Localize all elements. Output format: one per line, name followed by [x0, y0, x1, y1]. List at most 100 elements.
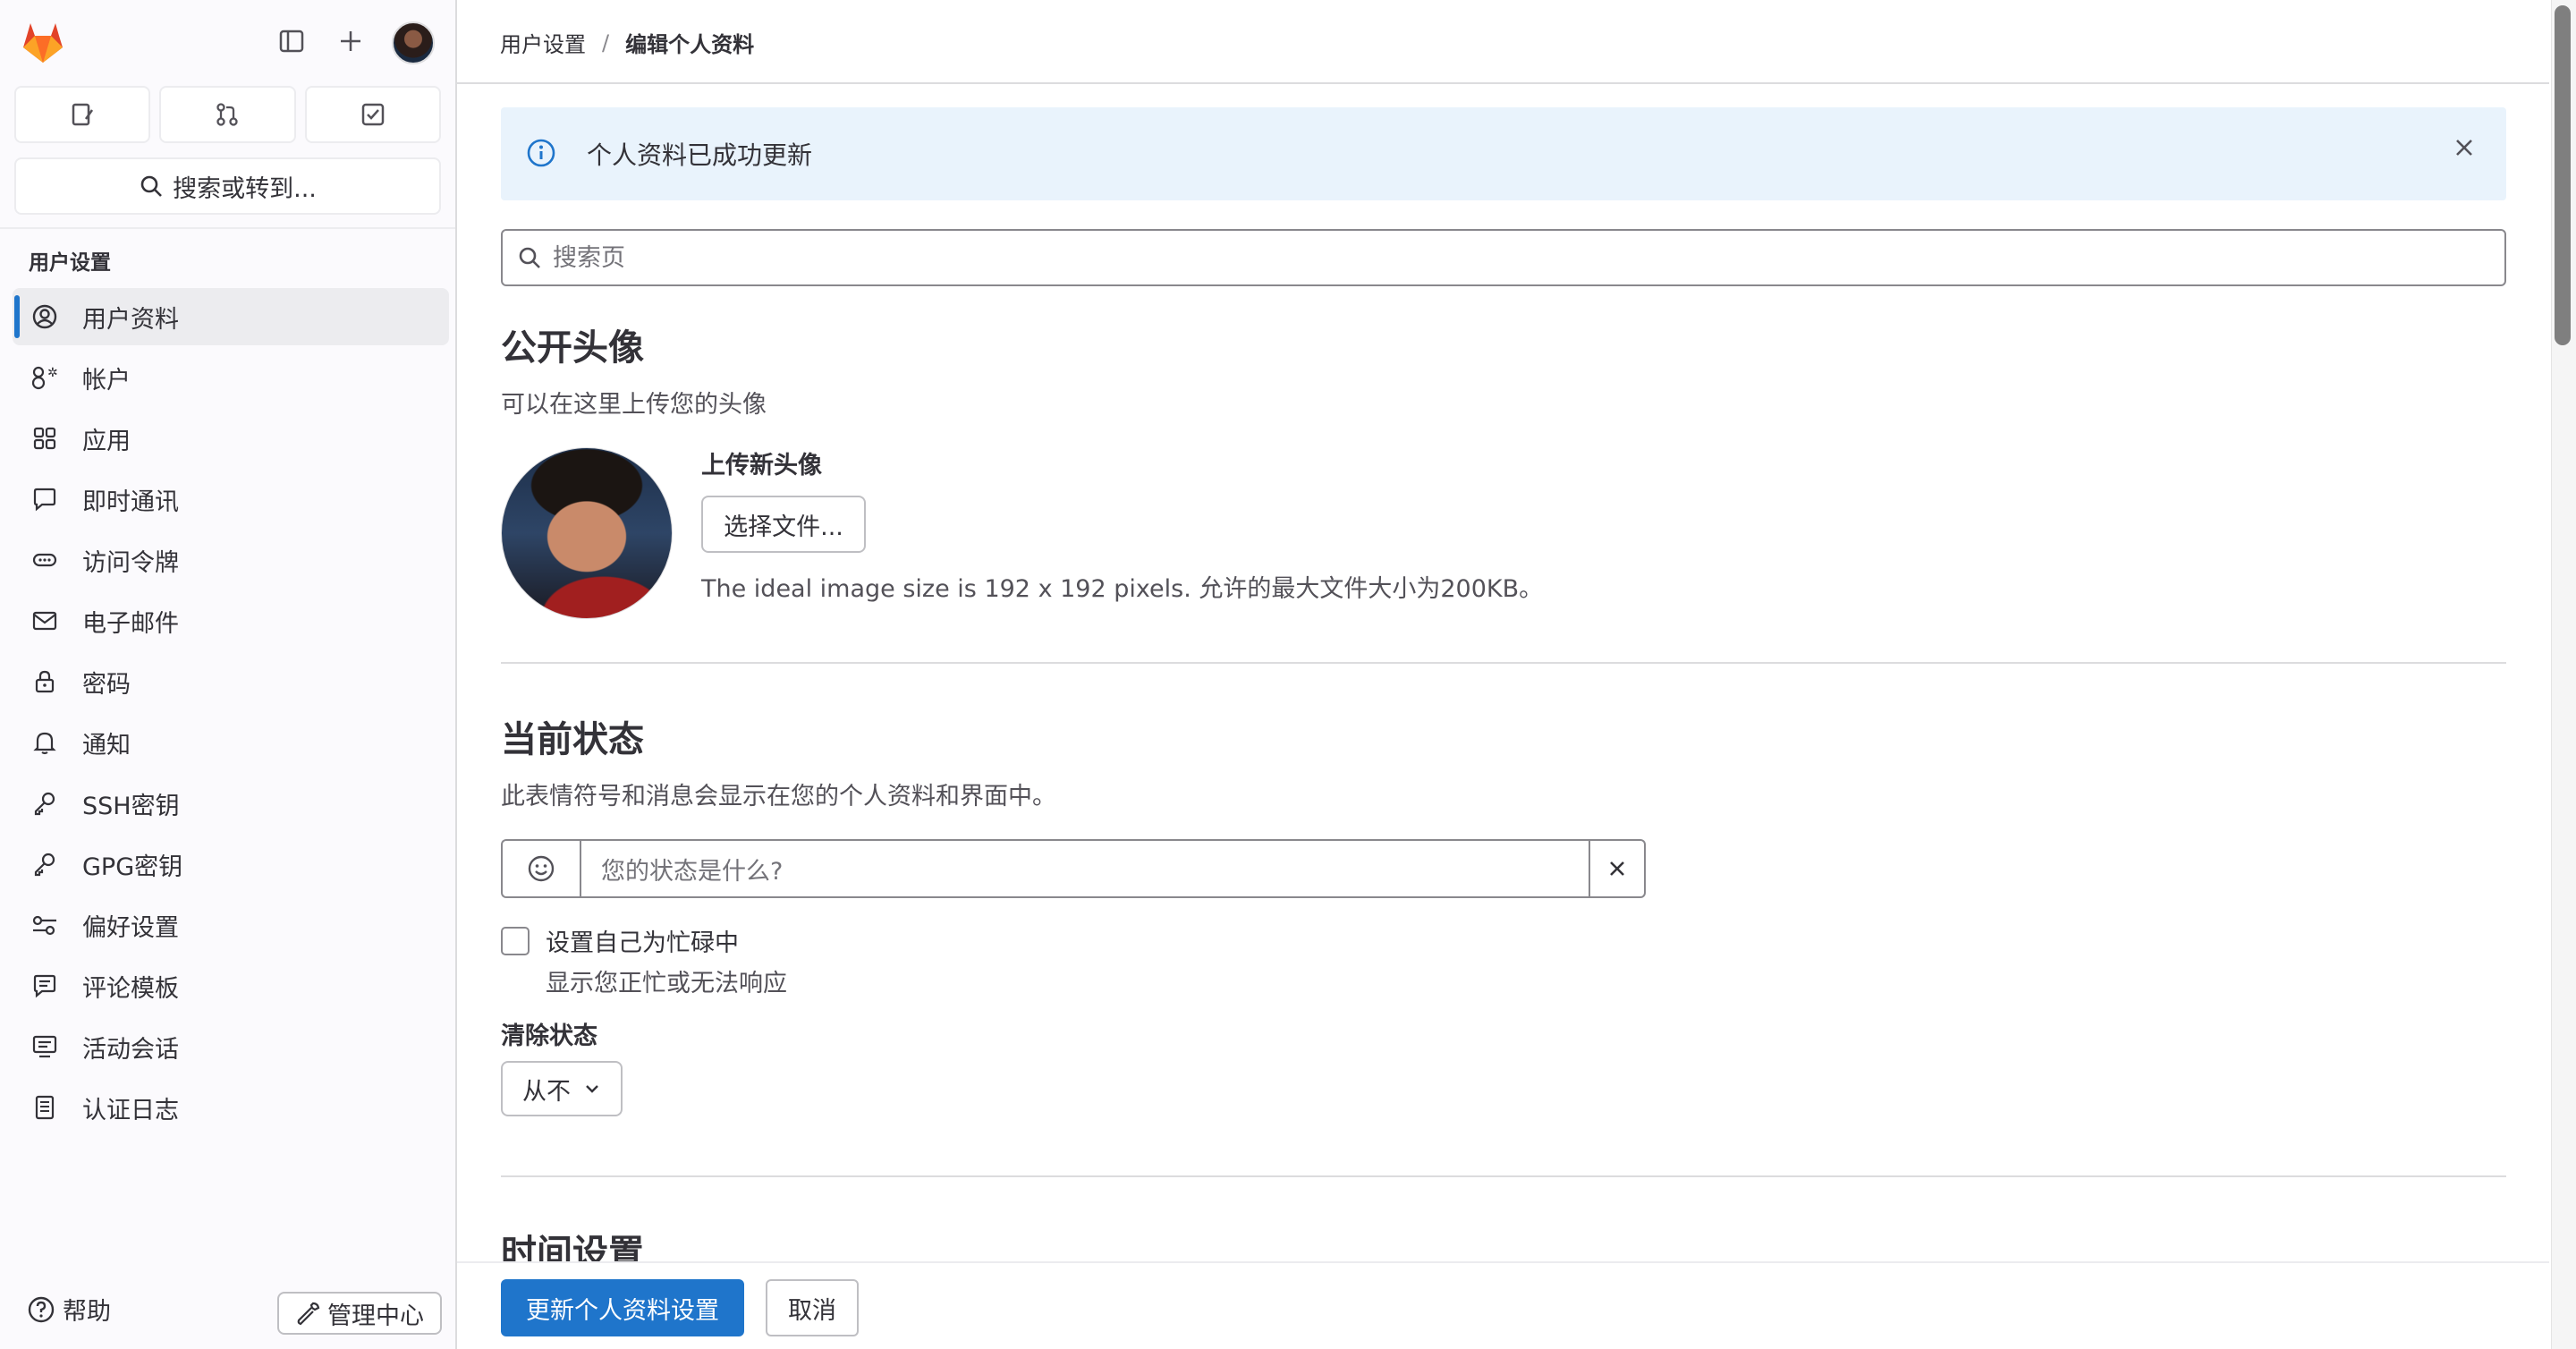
avatar-section-title: 公开头像 — [501, 327, 644, 369]
status-section-subtitle: 此表情符号和消息会显示在您的个人资料和界面中。 — [501, 783, 1056, 810]
chevron-down-icon — [586, 1085, 598, 1093]
busy-checkbox[interactable] — [501, 927, 530, 955]
sidebar-item-ssh-keys[interactable]: SSH密钥 — [13, 775, 449, 832]
log-icon — [27, 1094, 63, 1121]
sidebar-item-gpg-keys[interactable]: GPG密钥 — [13, 836, 449, 893]
sidebar-item-label: 电子邮件 — [82, 609, 179, 638]
key-icon — [27, 790, 63, 817]
applications-icon — [27, 425, 63, 452]
busy-option: 设置自己为忙碌中 显示您正忙或无法响应 — [501, 923, 787, 998]
top-bar: 用户设置 / 编辑个人资料 — [457, 0, 2549, 84]
clear-status-dropdown[interactable]: 从不 — [501, 1061, 623, 1116]
search-goto-label: 搜索或转到... — [173, 174, 317, 203]
page-search-box[interactable] — [501, 229, 2506, 286]
sidebar-section-title: 用户设置 — [29, 251, 111, 275]
sidebar-item-label: 活动会话 — [82, 1035, 179, 1064]
sidebar-item-applications[interactable]: 应用 — [13, 410, 449, 467]
sidebar-item-label: 即时通讯 — [82, 488, 179, 516]
breadcrumb: 用户设置 / 编辑个人资料 — [500, 27, 754, 58]
help-button[interactable]: 帮助 — [27, 1292, 111, 1327]
issues-button[interactable] — [14, 86, 151, 143]
form-actions-bar: 更新个人资料设置 取消 — [457, 1261, 2549, 1349]
quick-actions — [14, 86, 441, 145]
clear-status-value: 从不 — [522, 1077, 571, 1106]
preferences-icon — [27, 912, 63, 938]
sidebar-item-email[interactable]: 电子邮件 — [13, 592, 449, 649]
admin-area-label: 管理中心 — [327, 1302, 424, 1330]
sidebar-item-label: SSH密钥 — [82, 792, 180, 820]
email-icon — [27, 607, 63, 634]
emoji-picker-button[interactable] — [501, 839, 580, 898]
breadcrumb-parent[interactable]: 用户设置 — [500, 27, 586, 58]
monitor-icon — [27, 1033, 63, 1060]
busy-text: 设置自己为忙碌中 显示您正忙或无法响应 — [546, 923, 787, 998]
sidebar-item-notifications[interactable]: 通知 — [13, 714, 449, 771]
sidebar-item-preferences[interactable]: 偏好设置 — [13, 896, 449, 954]
choose-file-button[interactable]: 选择文件... — [701, 496, 866, 553]
status-message-input[interactable]: 您的状态是什么? — [580, 839, 1590, 898]
svg-text:✲: ✲ — [47, 366, 58, 380]
close-icon[interactable] — [2449, 132, 2479, 163]
sidebar-item-account[interactable]: ✲ 帐户 — [13, 349, 449, 406]
plus-icon[interactable] — [333, 23, 369, 59]
sidebar-item-password[interactable]: 密码 — [13, 653, 449, 710]
user-avatar[interactable] — [392, 21, 435, 64]
gitlab-logo-icon[interactable] — [20, 20, 66, 64]
sidebar-item-label: 应用 — [82, 427, 131, 455]
sidebar-item-label: 偏好设置 — [82, 913, 179, 942]
smiley-icon — [528, 855, 555, 882]
search-icon — [140, 175, 163, 197]
account-icon: ✲ — [27, 364, 63, 391]
update-profile-button[interactable]: 更新个人资料设置 — [501, 1279, 744, 1336]
sidebar-item-chat[interactable]: 即时通讯 — [13, 471, 449, 528]
upload-help-text: The ideal image size is 192 x 192 pixels… — [701, 575, 1544, 603]
info-icon — [526, 138, 556, 168]
success-alert: 个人资料已成功更新 — [501, 107, 2506, 200]
sidebar-toggle-icon[interactable] — [274, 23, 309, 59]
issues-icon — [72, 103, 94, 126]
breadcrumb-current[interactable]: 编辑个人资料 — [625, 27, 754, 58]
sidebar-item-label: 访问令牌 — [82, 548, 179, 577]
close-icon — [1610, 861, 1624, 876]
sidebar-item-label: 通知 — [82, 731, 131, 759]
wrench-icon — [297, 1302, 320, 1326]
sidebar-nav: 用户资料 ✲ 帐户 应用 即时通讯 访问令牌 电子邮件 密码 通知 SSH密钥 … — [13, 288, 449, 1140]
lock-icon — [27, 668, 63, 695]
scrollbar-thumb[interactable] — [2555, 5, 2571, 345]
help-icon — [28, 1296, 55, 1322]
sidebar-item-label: GPG密钥 — [82, 853, 183, 881]
search-goto-button[interactable]: 搜索或转到... — [14, 157, 441, 215]
search-icon — [517, 245, 542, 270]
sidebar-item-label: 密码 — [82, 670, 131, 699]
merge-requests-button[interactable] — [159, 86, 296, 143]
status-input-group: 您的状态是什么? — [501, 839, 1646, 898]
avatar-section-subtitle: 可以在这里上传您的头像 — [501, 391, 767, 419]
comment-icon — [27, 972, 63, 999]
todo-icon — [361, 103, 385, 126]
breadcrumb-separator: / — [602, 30, 610, 55]
clear-status-label: 清除状态 — [501, 1022, 597, 1050]
section-divider — [501, 1175, 2506, 1177]
clear-status-button[interactable] — [1590, 839, 1646, 898]
status-section-title: 当前状态 — [501, 719, 644, 760]
sidebar-divider — [0, 227, 455, 229]
todos-button[interactable] — [304, 86, 441, 143]
busy-help-text: 显示您正忙或无法响应 — [546, 970, 787, 997]
cancel-button[interactable]: 取消 — [766, 1279, 859, 1336]
sidebar: 搜索或转到... 用户设置 用户资料 ✲ 帐户 应用 即时通讯 访问令牌 电子邮… — [0, 0, 457, 1349]
sidebar-item-tokens[interactable]: 访问令牌 — [13, 531, 449, 589]
sidebar-item-label: 帐户 — [82, 366, 131, 395]
merge-request-icon — [216, 103, 239, 126]
sidebar-item-comment-templates[interactable]: 评论模板 — [13, 957, 449, 1014]
page-search-input[interactable] — [553, 243, 2342, 272]
sidebar-item-auth-log[interactable]: 认证日志 — [13, 1079, 449, 1136]
sidebar-item-label: 评论模板 — [82, 974, 179, 1003]
token-icon — [27, 547, 63, 573]
upload-avatar-title: 上传新头像 — [701, 452, 822, 479]
busy-label[interactable]: 设置自己为忙碌中 — [546, 923, 787, 958]
sidebar-item-active-sessions[interactable]: 活动会话 — [13, 1018, 449, 1075]
sidebar-item-profile[interactable]: 用户资料 — [13, 288, 449, 345]
admin-area-button[interactable]: 管理中心 — [277, 1292, 442, 1335]
sidebar-item-label: 认证日志 — [82, 1096, 179, 1124]
profile-avatar-image — [501, 447, 673, 619]
